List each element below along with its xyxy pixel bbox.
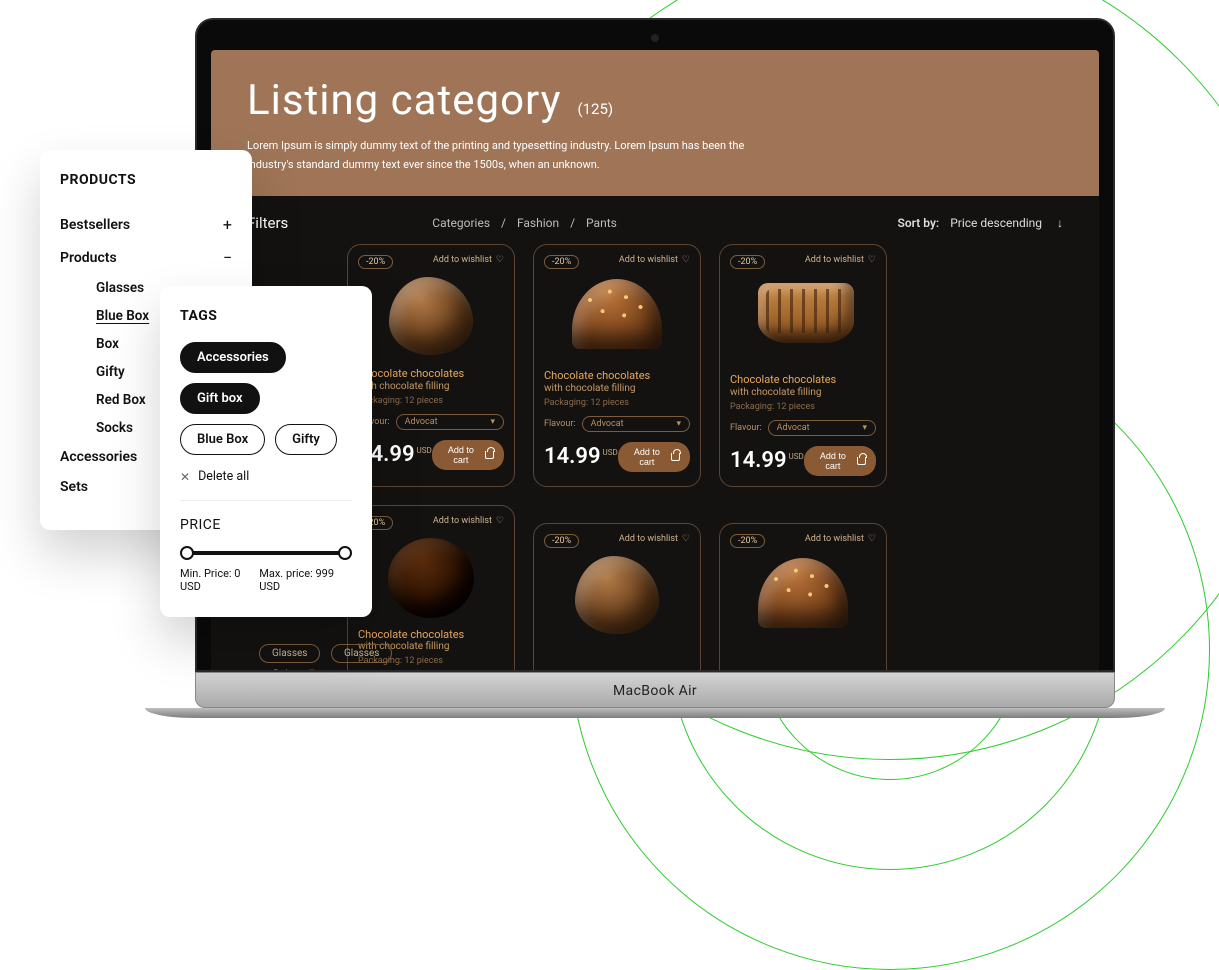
divider bbox=[180, 500, 352, 501]
product-card[interactable]: -20% Add to wishlist♡ Chocolate chocolat… bbox=[347, 244, 515, 486]
product-subtitle: with chocolate filling bbox=[730, 387, 876, 398]
discount-badge: -20% bbox=[730, 534, 765, 548]
close-icon: ✕ bbox=[259, 669, 267, 670]
panel-heading: TAGS bbox=[180, 308, 352, 324]
discount-badge: -20% bbox=[544, 255, 579, 269]
heart-icon: ♡ bbox=[868, 534, 876, 544]
breadcrumb-item[interactable]: Categories bbox=[432, 216, 490, 230]
product-price: 14.99USD bbox=[730, 448, 804, 473]
product-card[interactable]: -20% Add to wishlist♡ Chocolate chocolat… bbox=[533, 244, 701, 486]
breadcrumb-sep: / bbox=[501, 216, 506, 230]
add-to-wishlist[interactable]: Add to wishlist♡ bbox=[433, 516, 504, 526]
flavour-select[interactable]: Advocat▾ bbox=[768, 420, 876, 436]
filter-chip[interactable]: Glasses bbox=[259, 644, 320, 663]
product-image bbox=[388, 538, 474, 618]
product-packaging: Packaging: 12 pieces bbox=[730, 402, 876, 412]
camera-icon bbox=[651, 34, 659, 42]
product-packaging: Packaging: 12 pieces bbox=[544, 398, 690, 408]
heart-icon: ♡ bbox=[682, 534, 690, 544]
heart-icon: ♡ bbox=[682, 255, 690, 265]
cart-icon bbox=[857, 457, 866, 465]
sort-control[interactable]: Sort by: Price descending ↓ bbox=[898, 216, 1063, 230]
laptop-base: MacBook Air bbox=[195, 672, 1115, 708]
delete-all-filters[interactable]: ✕Delete all bbox=[259, 669, 314, 670]
product-image bbox=[389, 277, 473, 355]
breadcrumb[interactable]: Categories / Fashion / Pants bbox=[428, 216, 621, 230]
category-products[interactable]: Products − bbox=[60, 241, 232, 274]
product-packaging: Packaging: 12 pieces bbox=[358, 396, 504, 406]
breadcrumb-item[interactable]: Fashion bbox=[517, 216, 559, 230]
chevron-down-icon: ▾ bbox=[676, 419, 681, 429]
filters-button[interactable]: Filters bbox=[247, 214, 288, 232]
heart-icon: ♡ bbox=[496, 516, 504, 526]
delete-all-tags[interactable]: ✕ Delete all bbox=[180, 469, 352, 484]
product-card[interactable]: -20% Add to wishlist♡ bbox=[719, 523, 887, 670]
cart-icon bbox=[671, 453, 680, 461]
flavour-select[interactable]: Advocat▾ bbox=[396, 414, 504, 430]
product-subtitle: with chocolate filling bbox=[544, 383, 690, 394]
plus-icon[interactable]: + bbox=[223, 215, 232, 234]
product-title: Chocolate chocolates bbox=[730, 373, 876, 386]
discount-badge: -20% bbox=[358, 255, 393, 269]
product-image bbox=[758, 558, 848, 628]
chevron-down-icon: ▾ bbox=[490, 417, 495, 427]
filter-chip[interactable]: Glasses bbox=[331, 644, 392, 663]
sort-value: Price descending bbox=[950, 216, 1042, 230]
product-card[interactable]: -20% Add to wishlist♡ bbox=[533, 523, 701, 670]
breadcrumb-item[interactable]: Pants bbox=[586, 216, 617, 230]
product-image bbox=[572, 279, 662, 349]
price-min-label: Min. Price: 0 USD bbox=[180, 567, 259, 593]
category-bestsellers[interactable]: Bestsellers + bbox=[60, 208, 232, 241]
product-title: Chocolate chocolates bbox=[544, 369, 690, 382]
add-to-wishlist[interactable]: Add to wishlist♡ bbox=[805, 534, 876, 544]
panel-heading: PRODUCTS bbox=[60, 172, 232, 188]
add-to-cart-button[interactable]: Add to cart bbox=[432, 440, 504, 470]
add-to-cart-button[interactable]: Add to cart bbox=[804, 446, 876, 476]
add-to-cart-button[interactable]: Add to cart bbox=[618, 442, 690, 472]
close-icon: ✕ bbox=[180, 470, 190, 484]
breadcrumb-sep: / bbox=[570, 216, 575, 230]
laptop-foot bbox=[145, 708, 1165, 718]
sort-label: Sort by: bbox=[898, 216, 940, 230]
product-card[interactable]: -20% Add to wishlist♡ Chocolate chocolat… bbox=[719, 244, 887, 486]
price-slider[interactable] bbox=[182, 551, 350, 555]
add-to-wishlist[interactable]: Add to wishlist♡ bbox=[619, 255, 690, 265]
product-subtitle: with chocolate filling bbox=[358, 381, 504, 392]
slider-min-handle[interactable] bbox=[180, 546, 194, 560]
slider-max-handle[interactable] bbox=[338, 546, 352, 560]
tag-accessories[interactable]: Accessories bbox=[180, 342, 286, 373]
heart-icon: ♡ bbox=[868, 255, 876, 265]
page-header: Listing category (125) Lorem Ipsum is si… bbox=[211, 50, 1099, 196]
product-price: 14.99USD bbox=[544, 444, 618, 469]
page-title: Listing category bbox=[247, 76, 562, 125]
minus-icon[interactable]: − bbox=[223, 248, 232, 267]
discount-badge: -20% bbox=[544, 534, 579, 548]
cart-icon bbox=[485, 451, 494, 459]
tag-gift-box[interactable]: Gift box bbox=[180, 383, 260, 414]
heart-icon: ♡ bbox=[496, 255, 504, 265]
tags-panel: TAGS Accessories Gift box Blue Box Gifty… bbox=[160, 286, 372, 617]
tag-blue-box[interactable]: Blue Box bbox=[180, 424, 265, 455]
add-to-wishlist[interactable]: Add to wishlist♡ bbox=[619, 534, 690, 544]
product-title: Chocolate chocolates bbox=[358, 367, 504, 380]
results-count: (125) bbox=[577, 100, 613, 118]
discount-badge: -20% bbox=[730, 255, 765, 269]
chevron-down-icon: ▾ bbox=[862, 423, 867, 433]
price-max-label: Max. price: 999 USD bbox=[259, 567, 352, 593]
page-description: Lorem Ipsum is simply dummy text of the … bbox=[247, 137, 767, 174]
product-image bbox=[575, 556, 659, 634]
sort-arrow-icon: ↓ bbox=[1057, 216, 1063, 230]
product-image bbox=[758, 283, 854, 343]
flavour-select[interactable]: Advocat▾ bbox=[582, 416, 690, 432]
price-heading: PRICE bbox=[180, 517, 352, 533]
add-to-wishlist[interactable]: Add to wishlist♡ bbox=[805, 255, 876, 265]
add-to-wishlist[interactable]: Add to wishlist♡ bbox=[433, 255, 504, 265]
tag-gifty[interactable]: Gifty bbox=[275, 424, 337, 455]
